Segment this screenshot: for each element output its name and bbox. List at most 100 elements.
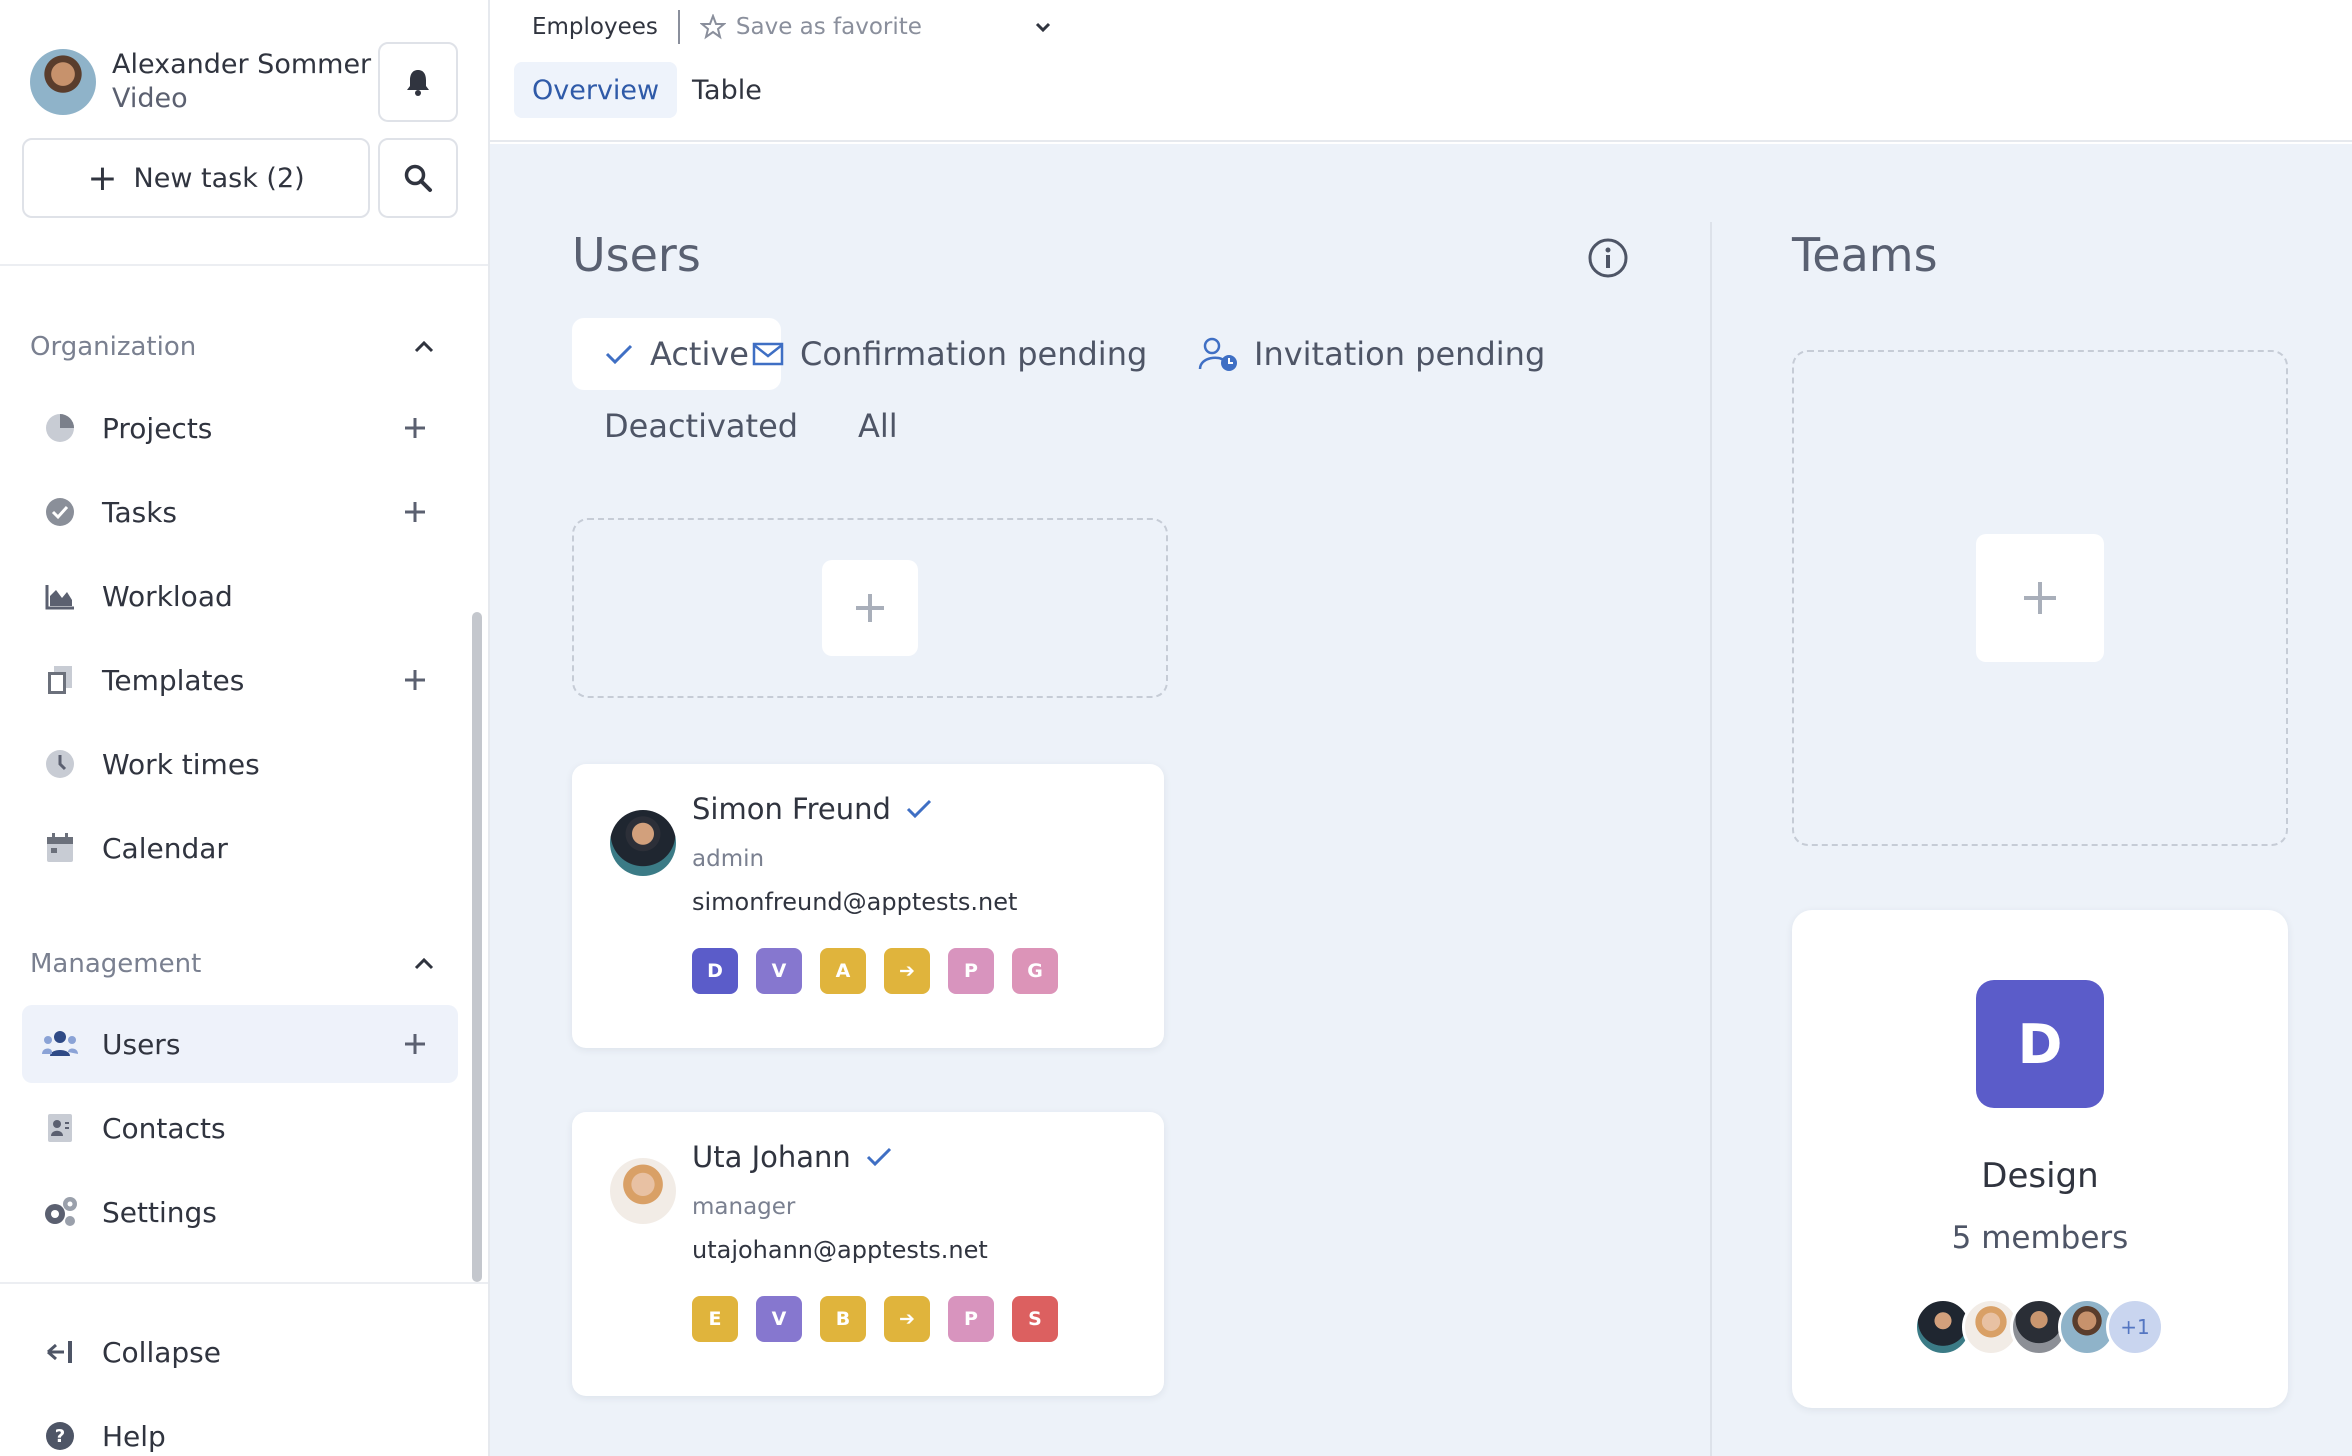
team-badge[interactable]: S: [1012, 1296, 1058, 1342]
team-logo: D: [1976, 980, 2104, 1108]
section-organization-header[interactable]: Organization: [30, 332, 438, 362]
sidebar-item-workload[interactable]: Workload: [22, 557, 458, 635]
user-role: Video: [112, 83, 188, 114]
star-icon: [699, 14, 726, 40]
sidebar-item-users[interactable]: Users: [22, 1005, 458, 1083]
team-badge[interactable]: D: [692, 948, 738, 994]
member-avatars: +1: [1914, 1298, 2164, 1356]
sidebar-item-templates[interactable]: Templates: [22, 641, 458, 719]
sidebar-item-label: Workload: [102, 579, 233, 613]
add-task-button[interactable]: [400, 497, 430, 527]
teams-title: Teams: [1792, 228, 1938, 282]
user-clock-icon: [1198, 337, 1237, 371]
search-icon: [404, 164, 432, 192]
sidebar-item-settings[interactable]: Settings: [22, 1173, 458, 1251]
section-title: Management: [30, 949, 202, 979]
breadcrumb-current[interactable]: Employees: [532, 14, 658, 40]
team-badges: D V A ➔ P G: [692, 948, 1076, 994]
team-badge[interactable]: E: [692, 1296, 738, 1342]
collapse-label: Collapse: [102, 1335, 221, 1369]
check-icon: [605, 344, 633, 365]
team-badge[interactable]: G: [1012, 948, 1058, 994]
divider: [0, 1282, 488, 1284]
user-name-text: Uta Johann: [692, 1140, 851, 1174]
divider: [0, 264, 488, 266]
sidebar-item-contacts[interactable]: Contacts: [22, 1089, 458, 1167]
chevron-up-icon: [414, 340, 434, 353]
tab-overview[interactable]: Overview: [514, 62, 678, 118]
filter-confirmation-pending[interactable]: Confirmation pending: [720, 318, 1179, 390]
sidebar: Alexander Sommer Video + New task (2) Or…: [0, 0, 490, 1456]
team-name: Design: [1981, 1156, 2099, 1196]
team-badge[interactable]: ➔: [884, 1296, 930, 1342]
main-content: Users Active Confirmation pending Invita…: [490, 144, 2352, 1456]
sidebar-scrollbar[interactable]: [472, 612, 482, 1282]
team-badge[interactable]: A: [820, 948, 866, 994]
top-bar: Employees Save as favorite Overview Tabl…: [490, 0, 2352, 142]
collapse-arrow-icon: [42, 1334, 78, 1370]
plus-icon: [856, 594, 884, 622]
add-project-button[interactable]: [400, 413, 430, 443]
gears-icon: [42, 1194, 78, 1230]
team-member-count: 5 members: [1951, 1220, 2129, 1256]
tab-table[interactable]: Table: [674, 62, 780, 118]
user-name[interactable]: Simon Freund: [692, 792, 933, 826]
user-profile[interactable]: Alexander Sommer Video: [30, 48, 371, 116]
new-task-button[interactable]: + New task (2): [22, 138, 370, 218]
section-management-header[interactable]: Management: [30, 949, 438, 979]
team-badge[interactable]: P: [948, 1296, 994, 1342]
avatar: [610, 1158, 676, 1224]
filter-label: Confirmation pending: [800, 335, 1148, 373]
save-favorite-button[interactable]: Save as favorite: [699, 14, 922, 40]
search-button[interactable]: [378, 138, 458, 218]
collapse-button[interactable]: Collapse: [22, 1313, 458, 1391]
team-badge[interactable]: V: [756, 1296, 802, 1342]
filter-invitation-pending[interactable]: Invitation pending: [1166, 318, 1577, 390]
help-icon: ?: [42, 1418, 78, 1454]
team-badge[interactable]: ➔: [884, 948, 930, 994]
add-user-tile[interactable]: [822, 560, 918, 656]
help-button[interactable]: ? Help: [22, 1397, 458, 1456]
user-name: Alexander Sommer: [112, 49, 372, 80]
sidebar-item-calendar[interactable]: Calendar: [22, 809, 458, 887]
avatar: [30, 49, 96, 115]
user-email: simonfreund@apptests.net: [692, 888, 1018, 916]
user-name[interactable]: Uta Johann: [692, 1140, 893, 1174]
team-badge[interactable]: V: [756, 948, 802, 994]
users-icon: [42, 1026, 78, 1062]
filter-all[interactable]: All: [826, 390, 930, 462]
sidebar-item-label: Work times: [102, 747, 260, 781]
notifications-button[interactable]: [378, 42, 458, 122]
filter-deactivated[interactable]: Deactivated: [572, 390, 830, 462]
sidebar-item-label: Settings: [102, 1195, 217, 1229]
section-title: Organization: [30, 332, 197, 362]
filter-label: Invitation pending: [1254, 335, 1546, 373]
user-card[interactable]: Simon Freund admin simonfreund@apptests.…: [572, 764, 1164, 1048]
plus-icon: +: [87, 157, 118, 199]
add-template-button[interactable]: [400, 665, 430, 695]
verified-check-icon: [866, 1147, 891, 1167]
area-chart-icon: [42, 578, 78, 614]
user-card[interactable]: Uta Johann manager utajohann@apptests.ne…: [572, 1112, 1164, 1396]
clock-icon: [42, 746, 78, 782]
check-circle-icon: [42, 494, 78, 530]
team-card[interactable]: D Design 5 members +1: [1792, 910, 2288, 1408]
svg-text:?: ?: [55, 1426, 65, 1447]
sidebar-item-projects[interactable]: Projects: [22, 389, 458, 467]
sidebar-item-work-times[interactable]: Work times: [22, 725, 458, 803]
add-user-button[interactable]: [400, 1029, 430, 1059]
more-members-badge[interactable]: +1: [2106, 1298, 2164, 1356]
chevron-down-icon[interactable]: [1032, 16, 1054, 38]
team-badge[interactable]: P: [948, 948, 994, 994]
divider: [677, 10, 680, 44]
team-badges: E V B ➔ P S: [692, 1296, 1076, 1342]
add-team-tile[interactable]: [1976, 534, 2104, 662]
info-icon[interactable]: [1586, 236, 1630, 280]
sidebar-item-label: Calendar: [102, 831, 228, 865]
team-badge[interactable]: B: [820, 1296, 866, 1342]
sidebar-item-label: Users: [102, 1027, 181, 1061]
sidebar-item-tasks[interactable]: Tasks: [22, 473, 458, 551]
sidebar-item-label: Projects: [102, 411, 213, 445]
sidebar-item-label: Tasks: [102, 495, 178, 529]
help-label: Help: [102, 1419, 166, 1453]
